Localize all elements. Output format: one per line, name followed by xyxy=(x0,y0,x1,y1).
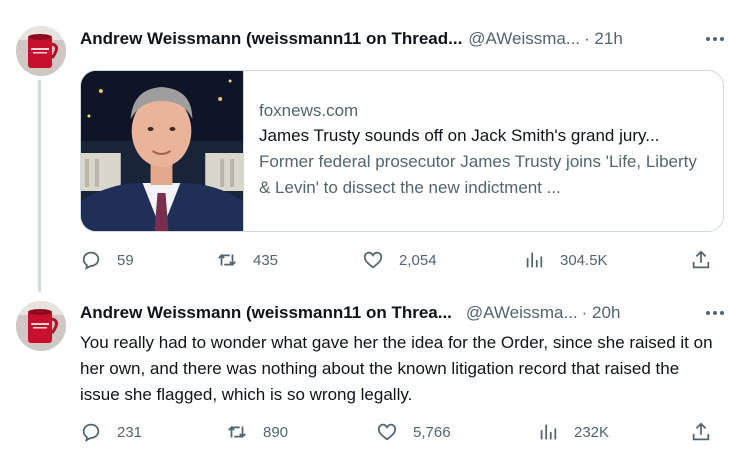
like-button[interactable]: 5,766 xyxy=(376,420,451,444)
repost-icon xyxy=(228,426,246,438)
repost-count: 435 xyxy=(253,251,279,269)
like-count: 5,766 xyxy=(413,423,451,441)
timestamp[interactable]: · 20h xyxy=(582,303,621,323)
repost-button[interactable]: 435 xyxy=(216,248,278,272)
author-handle[interactable]: @AWeissma... xyxy=(468,29,580,49)
views-button[interactable]: 304.5K xyxy=(523,248,608,272)
avatar[interactable] xyxy=(16,301,66,351)
repost-icon xyxy=(218,254,236,266)
share-icon xyxy=(692,422,710,441)
reply-button[interactable]: 231 xyxy=(80,420,142,444)
news-anchor-image xyxy=(81,71,243,231)
repost-button[interactable]: 890 xyxy=(226,420,288,444)
tweet-actions: 231 890 5,766 232K xyxy=(80,420,720,444)
link-card[interactable]: foxnews.com James Trusty sounds off on J… xyxy=(80,70,724,232)
link-card-title: James Trusty sounds off on Jack Smith's … xyxy=(259,126,660,145)
more-options-button[interactable] xyxy=(689,27,725,51)
timestamp[interactable]: · 21h xyxy=(584,29,623,49)
tweet-header: Andrew Weissmann (weissmann11 on Threa..… xyxy=(80,301,725,325)
red-mug-avatar-icon xyxy=(16,301,66,351)
views-count: 232K xyxy=(574,423,610,441)
views-button[interactable]: 232K xyxy=(537,420,609,444)
reply-button[interactable]: 59 xyxy=(80,248,134,272)
avatar[interactable] xyxy=(16,26,66,76)
reply-count: 231 xyxy=(117,423,143,441)
more-options-button[interactable] xyxy=(689,301,725,325)
link-card-description: Former federal prosecutor James Trusty j… xyxy=(259,152,697,197)
reply-icon xyxy=(82,251,100,270)
tweet-actions: 59 435 2,054 304.5K xyxy=(80,248,720,272)
more-dots-icon xyxy=(706,311,724,315)
views-chart-icon xyxy=(540,424,557,440)
views-count: 304.5K xyxy=(560,251,608,269)
tweet[interactable]: Andrew Weissmann (weissmann11 on Threa..… xyxy=(0,285,755,460)
thread-line xyxy=(38,80,41,292)
link-card-domain: foxnews.com xyxy=(259,101,359,120)
repost-count: 890 xyxy=(263,423,289,441)
views-chart-icon xyxy=(526,252,543,268)
reply-count: 59 xyxy=(117,251,134,269)
share-button[interactable] xyxy=(690,248,712,272)
reply-icon xyxy=(82,423,100,442)
tweet[interactable]: Andrew Weissmann (weissmann11 on Thread.… xyxy=(0,0,755,292)
more-dots-icon xyxy=(706,37,724,41)
share-icon xyxy=(692,250,710,269)
heart-icon xyxy=(377,423,397,441)
author-name[interactable]: Andrew Weissmann (weissmann11 on Thread.… xyxy=(80,29,462,49)
tweet-header: Andrew Weissmann (weissmann11 on Thread.… xyxy=(80,27,725,51)
red-mug-avatar-icon xyxy=(16,26,66,76)
like-button[interactable]: 2,054 xyxy=(362,248,437,272)
author-name[interactable]: Andrew Weissmann (weissmann11 on Threa..… xyxy=(80,303,452,323)
like-count: 2,054 xyxy=(399,251,437,269)
share-button[interactable] xyxy=(690,420,712,444)
link-card-thumbnail xyxy=(81,71,244,231)
author-handle[interactable]: @AWeissma... xyxy=(466,303,578,323)
tweet-text: You really had to wonder what gave her t… xyxy=(80,333,713,404)
heart-icon xyxy=(363,251,383,269)
